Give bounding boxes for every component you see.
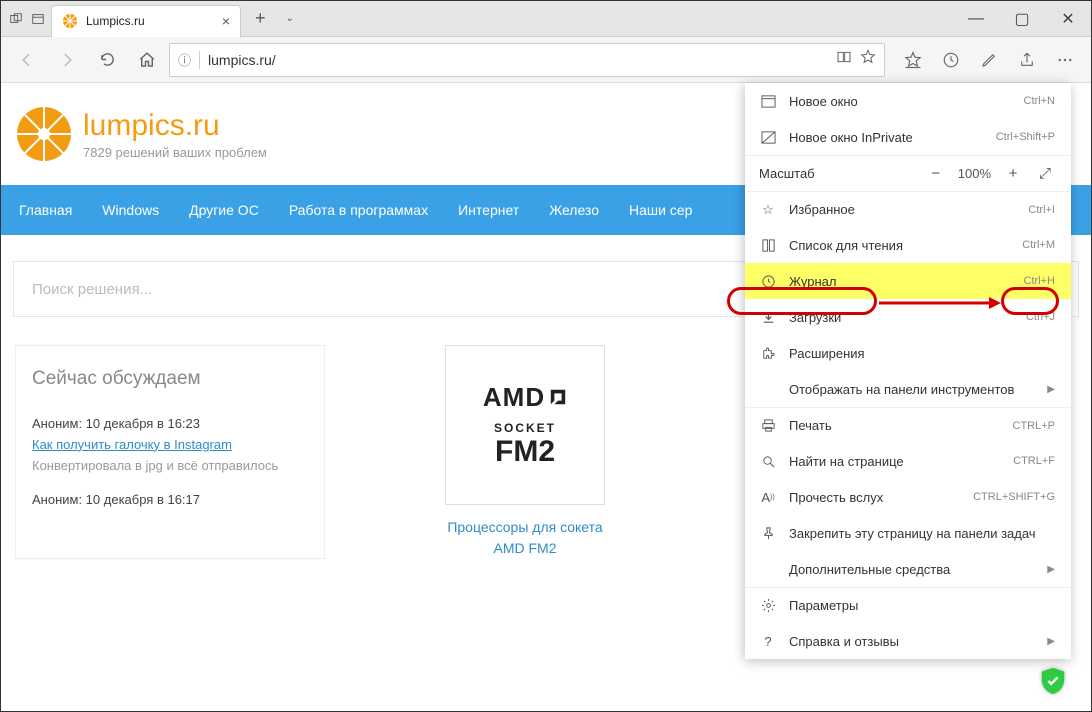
- menu-settings[interactable]: Параметры: [745, 587, 1071, 623]
- settings-menu: Новое окно Ctrl+N Новое окно InPrivate C…: [745, 83, 1071, 659]
- nav-windows[interactable]: Windows: [102, 202, 159, 218]
- reading-list-icon: [759, 236, 777, 254]
- back-button[interactable]: [9, 42, 45, 78]
- zoom-in-button[interactable]: +: [1003, 165, 1023, 182]
- favorite-star-icon[interactable]: [860, 49, 876, 70]
- site-title: lumpics.ru: [83, 109, 267, 143]
- browser-tab[interactable]: Lumpics.ru ×: [51, 5, 241, 37]
- chevron-right-icon: ▶: [1047, 636, 1055, 647]
- menu-show-toolbar[interactable]: Отображать на панели инструментов ▶: [745, 371, 1071, 407]
- menu-favorites[interactable]: ☆ Избранное Ctrl+I: [745, 191, 1071, 227]
- print-icon: [759, 417, 777, 435]
- site-info-icon[interactable]: ⓘ: [178, 50, 191, 69]
- tab-actions-icon[interactable]: [7, 10, 25, 28]
- star-icon: ☆: [759, 201, 777, 219]
- security-shield-icon[interactable]: [1037, 665, 1069, 697]
- zoom-value: 100%: [958, 166, 991, 181]
- discuss-link[interactable]: Как получить галочку в Instagram: [32, 437, 232, 452]
- read-aloud-icon: A)): [759, 488, 777, 506]
- share-button[interactable]: [1009, 42, 1045, 78]
- favorites-hub-button[interactable]: [895, 42, 931, 78]
- nav-internet[interactable]: Интернет: [458, 202, 519, 218]
- minimize-button[interactable]: —: [953, 1, 999, 37]
- extensions-icon: [759, 344, 777, 362]
- product-card[interactable]: AMD SOCKET FM2 Процессоры для сокета AMD…: [445, 345, 605, 559]
- window-controls: — ▢ ✕: [953, 1, 1091, 37]
- window-icon: [759, 92, 777, 110]
- menu-reading-list[interactable]: Список для чтения Ctrl+M: [745, 227, 1071, 263]
- menu-history[interactable]: Журнал Ctrl+H: [745, 263, 1071, 299]
- refresh-button[interactable]: [89, 42, 125, 78]
- notes-button[interactable]: [971, 42, 1007, 78]
- zoom-out-button[interactable]: −: [926, 165, 946, 182]
- home-button[interactable]: [129, 42, 165, 78]
- new-tab-button[interactable]: +: [245, 8, 276, 29]
- tab-favicon-icon: [62, 13, 78, 29]
- menu-inprivate[interactable]: Новое окно InPrivate Ctrl+Shift+P: [745, 119, 1071, 155]
- history-button[interactable]: [933, 42, 969, 78]
- nav-home[interactable]: Главная: [19, 202, 72, 218]
- chevron-right-icon: ▶: [1047, 564, 1055, 575]
- product-image: AMD SOCKET FM2: [445, 345, 605, 505]
- inprivate-icon: [759, 128, 777, 146]
- page-content: lumpics.ru 7829 решений ваших проблем Гл…: [1, 83, 1091, 711]
- menu-zoom: Масштаб − 100% + ⤢: [745, 155, 1071, 191]
- more-button[interactable]: [1047, 42, 1083, 78]
- download-icon: [759, 308, 777, 326]
- address-bar: ⓘ lumpics.ru/: [1, 37, 1091, 83]
- help-icon: ?: [759, 632, 777, 650]
- reading-view-icon[interactable]: [836, 49, 852, 70]
- tab-label: Lumpics.ru: [86, 14, 214, 28]
- url-field[interactable]: ⓘ lumpics.ru/: [169, 43, 885, 77]
- menu-extensions[interactable]: Расширения: [745, 335, 1071, 371]
- menu-read-aloud[interactable]: A)) Прочесть вслух CTRL+SHIFT+G: [745, 479, 1071, 515]
- menu-downloads[interactable]: Загрузки Ctrl+J: [745, 299, 1071, 335]
- nav-other-os[interactable]: Другие ОС: [189, 202, 259, 218]
- maximize-button[interactable]: ▢: [999, 1, 1045, 37]
- history-icon: [759, 272, 777, 290]
- menu-more-tools[interactable]: Дополнительные средства ▶: [745, 551, 1071, 587]
- discuss-card: Сейчас обсуждаем Аноним: 10 декабря в 16…: [15, 345, 325, 559]
- url-text: lumpics.ru/: [208, 52, 828, 68]
- discuss-item: Аноним: 10 декабря в 16:17: [32, 490, 308, 511]
- tab-preview-icon[interactable]: [29, 10, 47, 28]
- site-logo-icon[interactable]: [15, 105, 73, 163]
- search-icon: [759, 452, 777, 470]
- discuss-item: Аноним: 10 декабря в 16:23 Как получить …: [32, 414, 308, 476]
- pin-icon: [759, 524, 777, 542]
- menu-find[interactable]: Найти на странице CTRL+F: [745, 443, 1071, 479]
- discuss-title: Сейчас обсуждаем: [32, 368, 308, 390]
- tab-dropdown-icon[interactable]: ⌄: [280, 13, 300, 24]
- nav-hardware[interactable]: Железо: [549, 202, 599, 218]
- nav-programs[interactable]: Работа в программах: [289, 202, 428, 218]
- nav-services[interactable]: Наши сер: [629, 202, 692, 218]
- forward-button[interactable]: [49, 42, 85, 78]
- menu-new-window[interactable]: Новое окно Ctrl+N: [745, 83, 1071, 119]
- menu-help[interactable]: ? Справка и отзывы ▶: [745, 623, 1071, 659]
- gear-icon: [759, 597, 777, 615]
- menu-print[interactable]: Печать CTRL+P: [745, 407, 1071, 443]
- tab-close-button[interactable]: ×: [222, 13, 230, 29]
- menu-pin[interactable]: Закрепить эту страницу на панели задач: [745, 515, 1071, 551]
- fullscreen-icon[interactable]: ⤢: [1035, 165, 1055, 182]
- close-window-button[interactable]: ✕: [1045, 1, 1091, 37]
- chevron-right-icon: ▶: [1047, 384, 1055, 395]
- site-subtitle: 7829 решений ваших проблем: [83, 145, 267, 160]
- titlebar: Lumpics.ru × + ⌄ — ▢ ✕: [1, 1, 1091, 37]
